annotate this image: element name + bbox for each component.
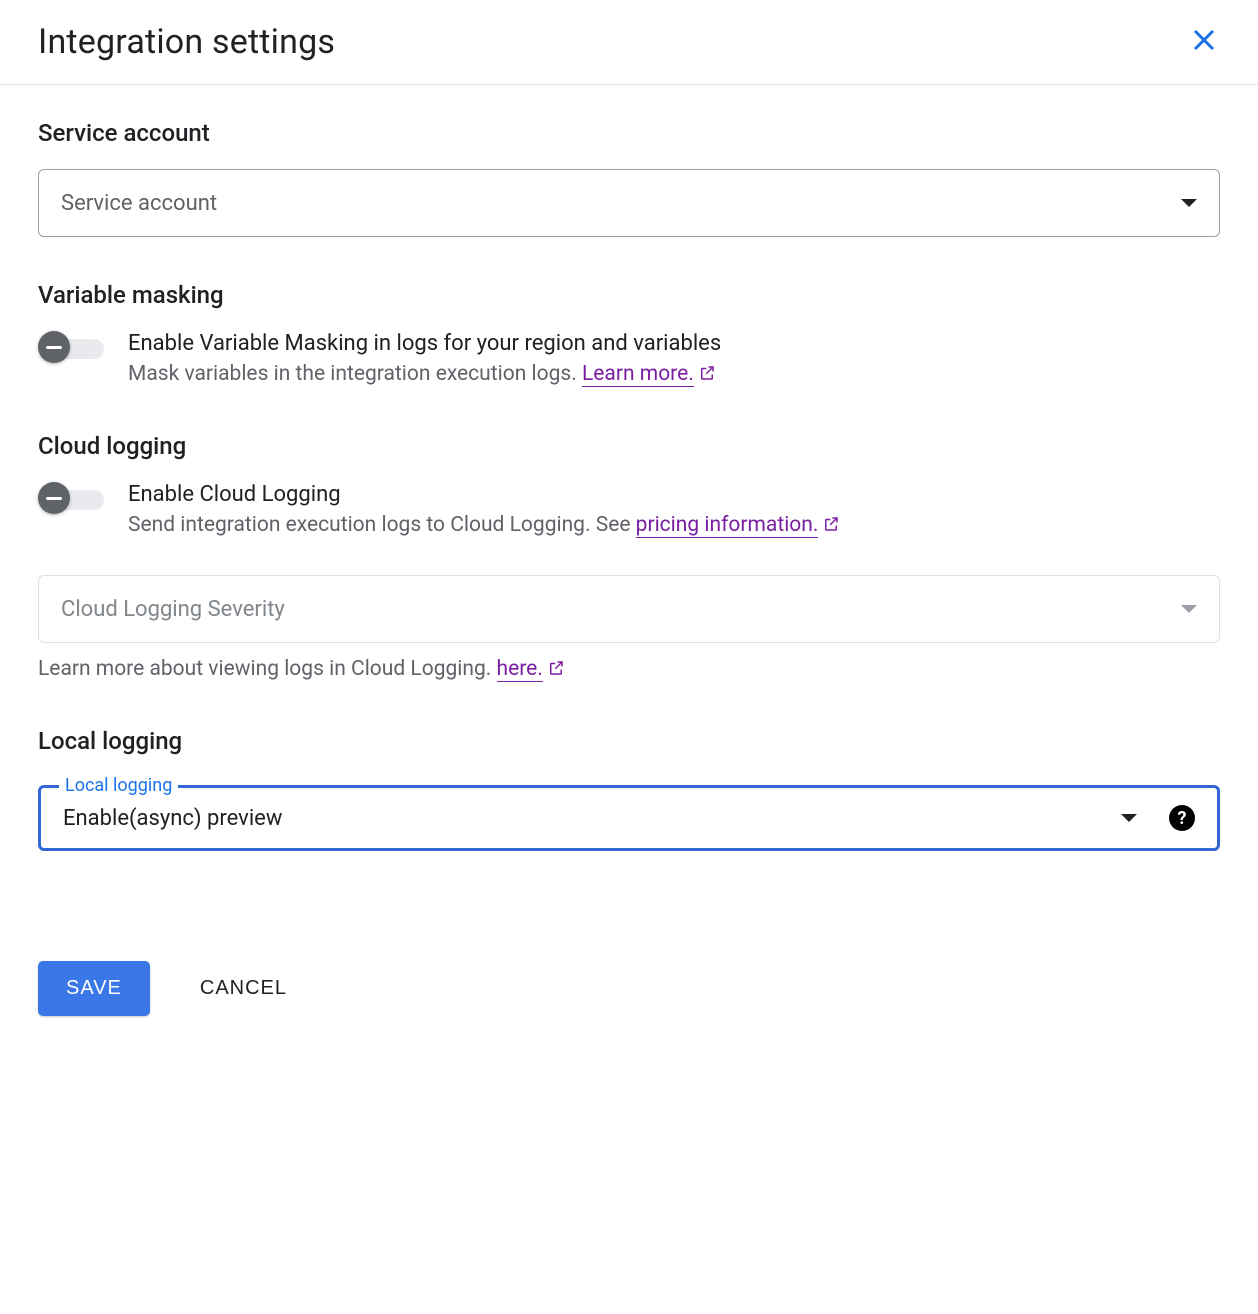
help-icon[interactable]: ? (1169, 805, 1195, 831)
section-cloud-logging: Cloud logging Enable Cloud Logging Send … (38, 432, 1220, 683)
section-title-cloud-logging: Cloud logging (38, 432, 1220, 460)
toggle-knob-disabled-icon (38, 482, 70, 514)
section-title-local-logging: Local logging (38, 727, 1220, 755)
save-button[interactable]: SAVE (38, 961, 150, 1016)
service-account-select[interactable]: Service account (38, 169, 1220, 237)
local-logging-value: Enable(async) preview (63, 806, 1121, 831)
section-local-logging: Local logging Local logging Enable(async… (38, 727, 1220, 851)
close-button[interactable] (1188, 26, 1220, 58)
cloud-logging-severity-placeholder: Cloud Logging Severity (61, 597, 285, 622)
chevron-down-icon (1121, 814, 1137, 822)
cloud-logging-help: Send integration execution logs to Cloud… (128, 513, 1220, 539)
local-logging-field-label: Local logging (59, 775, 178, 796)
variable-masking-label: Enable Variable Masking in logs for your… (128, 331, 1220, 356)
cloud-logging-helper-text: Learn more about viewing logs in Cloud L… (38, 657, 497, 681)
section-variable-masking: Variable masking Enable Variable Masking… (38, 281, 1220, 388)
variable-masking-help: Mask variables in the integration execut… (128, 362, 1220, 388)
external-link-icon (547, 659, 565, 683)
cloud-logging-label: Enable Cloud Logging (128, 482, 1220, 507)
dialog-actions: SAVE CANCEL (38, 961, 1220, 1056)
variable-masking-help-text: Mask variables in the integration execut… (128, 362, 582, 386)
severity-wrap: Cloud Logging Severity Learn more about … (38, 575, 1220, 683)
variable-masking-content: Enable Variable Masking in logs for your… (128, 331, 1220, 388)
cloud-logging-content: Enable Cloud Logging Send integration ex… (128, 482, 1220, 539)
cloud-logging-toggle[interactable] (38, 488, 104, 508)
service-account-placeholder: Service account (61, 191, 217, 216)
chevron-down-icon (1181, 199, 1197, 207)
dialog-header: Integration settings (0, 0, 1258, 85)
section-title-service-account: Service account (38, 119, 1220, 147)
dialog-content: Service account Service account Variable… (0, 85, 1258, 1056)
section-title-variable-masking: Variable masking (38, 281, 1220, 309)
local-logging-select[interactable]: Local logging Enable(async) preview ? (38, 785, 1220, 851)
cloud-logging-help-text: Send integration execution logs to Cloud… (128, 513, 636, 537)
cloud-logging-severity-select[interactable]: Cloud Logging Severity (38, 575, 1220, 643)
toggle-knob-disabled-icon (38, 331, 70, 363)
dialog-title: Integration settings (38, 22, 335, 62)
learn-more-link[interactable]: Learn more. (582, 362, 694, 387)
chevron-down-icon (1181, 605, 1197, 613)
external-link-icon (698, 364, 716, 388)
cloud-logging-helper: Learn more about viewing logs in Cloud L… (38, 657, 1220, 683)
variable-masking-toggle[interactable] (38, 337, 104, 357)
close-icon (1190, 26, 1218, 58)
pricing-info-link[interactable]: pricing information. (636, 513, 819, 538)
cloud-logging-row: Enable Cloud Logging Send integration ex… (38, 482, 1220, 539)
variable-masking-row: Enable Variable Masking in logs for your… (38, 331, 1220, 388)
external-link-icon (822, 515, 840, 539)
cancel-button[interactable]: CANCEL (194, 976, 293, 1001)
here-link[interactable]: here. (497, 657, 543, 682)
